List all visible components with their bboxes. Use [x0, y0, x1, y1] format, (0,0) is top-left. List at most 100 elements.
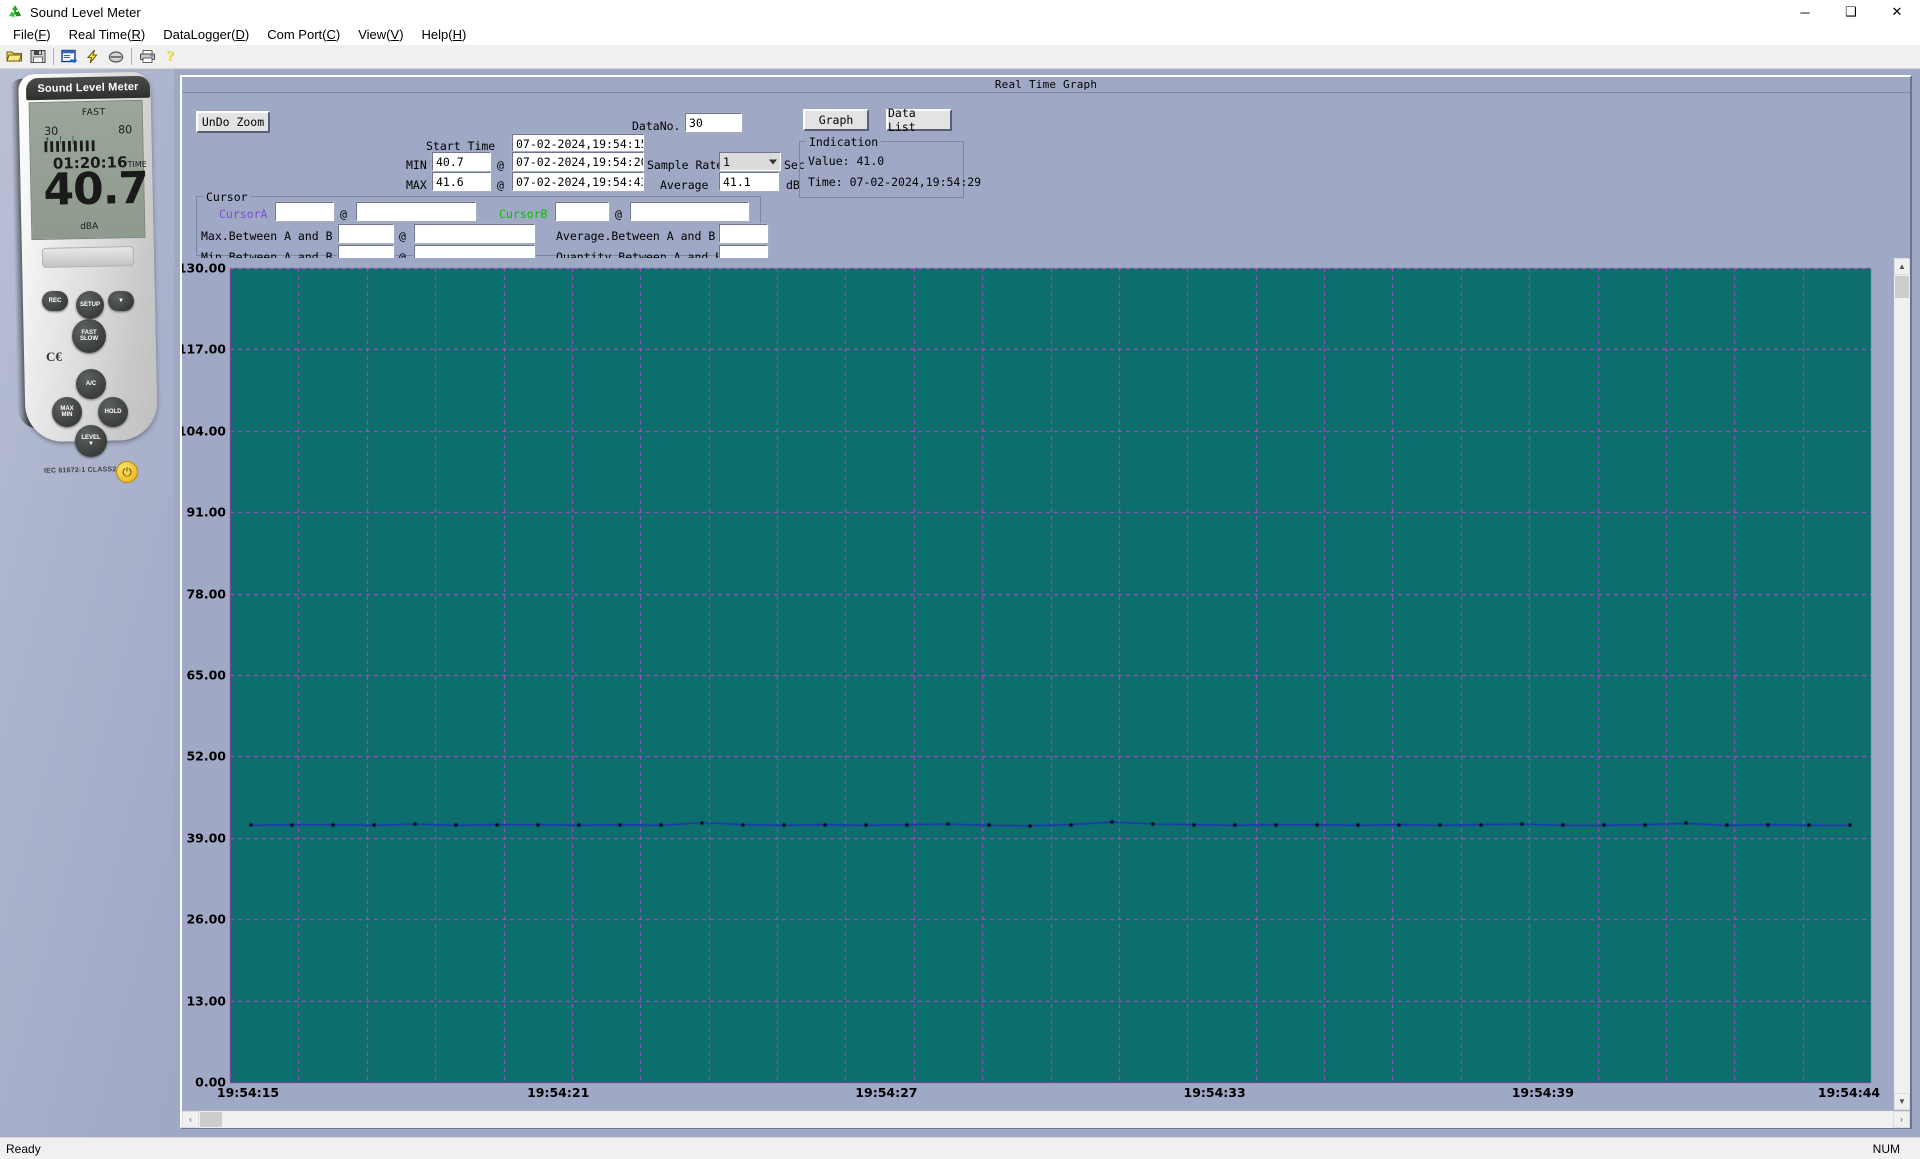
client-area: Sound Level Meter FAST 30 80 ↑ │ │ ▌▌▌▌▌…	[0, 69, 1920, 1137]
start-time-label: Start Time	[426, 139, 496, 153]
close-button[interactable]: ✕	[1874, 0, 1920, 24]
device-power-button[interactable]: ⏻	[116, 461, 138, 483]
max-value-input[interactable]: 41.6	[431, 171, 492, 192]
device-hold-button[interactable]: HOLD	[98, 397, 128, 427]
vertical-scrollbar[interactable]: ▲ ▼	[1893, 258, 1910, 1110]
horizontal-scroll-thumb[interactable]	[200, 1111, 222, 1127]
device-rec-button[interactable]: REC	[42, 291, 68, 311]
cursor-b-time-input[interactable]	[629, 201, 750, 222]
y-axis-tick-label: 78.00	[186, 586, 226, 602]
menu-help[interactable]: Help(H)	[413, 25, 476, 45]
indication-time: 07-02-2024,19:54:29	[849, 175, 982, 189]
cursor-a-value-input[interactable]	[274, 201, 335, 222]
cursor-b-value-input[interactable]	[554, 201, 610, 222]
x-axis-tick-label: 19:54:21	[527, 1085, 590, 1100]
average-between-label: Average.Between A and B	[556, 229, 716, 243]
menu-view-label: View	[358, 26, 387, 42]
maximize-button[interactable]: ❑	[1828, 0, 1874, 24]
datano-input[interactable]: 30	[684, 112, 743, 133]
sample-rate-value: 1	[723, 154, 730, 169]
menu-real-time[interactable]: Real Time(R)	[60, 25, 155, 45]
vertical-scroll-thumb[interactable]	[1895, 276, 1909, 298]
plot-canvas[interactable]	[182, 258, 1893, 1110]
cursor-group-title: Cursor	[203, 190, 251, 204]
vertical-scroll-track[interactable]	[1894, 299, 1910, 1093]
lcd-unit: dBA	[80, 221, 99, 233]
menu-help-label: Help	[421, 26, 449, 42]
min-time-input[interactable]: 07-02-2024,19:54:20	[511, 151, 645, 172]
menu-real-time-label: Real Time	[68, 26, 128, 42]
device-fast-slow-button[interactable]: FAST SLOW	[72, 319, 106, 353]
lightning-icon[interactable]	[81, 46, 104, 68]
average-between-input[interactable]	[718, 223, 769, 244]
menu-help-accel: H	[452, 26, 463, 42]
real-time-plot[interactable]: 0.00 13.00 26.00 39.00 52.00 65.00 78.00 91.00 1…	[182, 258, 1893, 1110]
data-list-button[interactable]: Data List	[886, 106, 952, 134]
svg-text:?: ?	[166, 50, 174, 64]
x-axis-tick-label: 19:54:33	[1183, 1085, 1246, 1100]
menu-real-time-accel: R	[131, 26, 141, 42]
scroll-down-button[interactable]: ▼	[1894, 1093, 1910, 1110]
horizontal-scroll-track[interactable]	[199, 1110, 1893, 1128]
device-setup-button[interactable]: SETUP	[76, 291, 104, 319]
lcd-value: 40.7	[42, 162, 149, 216]
indication-time-label: Time:	[808, 175, 843, 189]
export-icon[interactable]	[58, 46, 81, 68]
sample-rate-label: Sample Rate	[647, 158, 724, 172]
device-top-panel: Sound Level Meter	[25, 75, 151, 101]
sample-rate-select[interactable]: 1	[719, 152, 781, 171]
device-upper-pad	[41, 246, 135, 268]
window-title: Sound Level Meter	[30, 4, 141, 20]
x-axis-tick-label: 19:54:44	[1817, 1085, 1881, 1100]
max-between-time-input[interactable]	[413, 223, 536, 244]
device-arrow-button[interactable]: ▼	[108, 291, 134, 311]
indication-value-label: Value:	[808, 154, 850, 168]
average-input[interactable]: 41.1	[718, 171, 780, 192]
print-icon[interactable]	[136, 46, 159, 68]
menu-com-port[interactable]: Com Port(C)	[258, 25, 349, 45]
open-icon[interactable]	[3, 46, 26, 68]
minimize-button[interactable]: ─	[1782, 0, 1828, 24]
indication-group: Indication Value: 41.0 Time: 07-02-2024,…	[799, 135, 981, 198]
menu-datalogger-label: DataLogger	[163, 26, 232, 42]
indication-value: 41.0	[856, 154, 885, 168]
cursor-a-at-symbol: @	[340, 207, 347, 221]
menu-datalogger[interactable]: DataLogger(D)	[154, 25, 258, 45]
x-axis-tick-label: 19:54:39	[1511, 1085, 1574, 1100]
undo-zoom-button[interactable]: UnDo Zoom	[196, 111, 270, 133]
device-maxmin-label: MAX MIN	[60, 405, 74, 418]
device-ce-mark: C€	[46, 349, 62, 364]
device-ac-button[interactable]: A/C	[76, 369, 106, 399]
menu-file-accel: F	[38, 26, 47, 42]
cursor-a-label: CursorA	[219, 207, 268, 221]
menu-file[interactable]: File(F)	[4, 25, 60, 45]
device-level-button[interactable]: LEVEL ▼	[75, 425, 107, 457]
min-value-input[interactable]: 40.7	[431, 151, 492, 172]
x-axis-tick-label: 19:54:27	[855, 1085, 918, 1100]
scroll-right-button[interactable]: ›	[1893, 1110, 1910, 1128]
graph-button[interactable]: Graph	[803, 109, 869, 131]
menu-view[interactable]: View(V)	[349, 25, 412, 45]
indication-value-row: Value: 41.0	[808, 154, 884, 168]
max-time-input[interactable]: 07-02-2024,19:54:43	[511, 171, 645, 192]
start-time-input[interactable]: 07-02-2024,19:54:15	[511, 133, 645, 154]
stop-icon[interactable]	[104, 46, 127, 68]
toolbar-separator	[53, 48, 54, 65]
help-icon[interactable]: ? ?	[159, 46, 182, 68]
scroll-left-button[interactable]: ‹	[182, 1110, 199, 1128]
save-icon[interactable]	[26, 46, 49, 68]
y-axis-tick-label: 130.00	[182, 260, 226, 276]
y-axis-tick-label: 39.00	[186, 830, 226, 846]
mdi-window-title: Real Time Graph	[994, 78, 1098, 91]
toolbar: ? ?	[0, 45, 1920, 69]
max-between-value-input[interactable]	[337, 223, 395, 244]
device-image-pane: Sound Level Meter FAST 30 80 ↑ │ │ ▌▌▌▌▌…	[0, 69, 174, 1137]
y-axis-tick-label: 52.00	[186, 748, 226, 764]
horizontal-scrollbar[interactable]: ‹ ›	[182, 1110, 1910, 1128]
scroll-up-button[interactable]: ▲	[1894, 258, 1910, 275]
lcd-range-high: 80	[118, 123, 133, 137]
cursor-a-time-input[interactable]	[355, 201, 477, 222]
y-axis-tick-label: 104.00	[182, 423, 226, 439]
status-bar: Ready NUM	[0, 1137, 1920, 1159]
device-maxmin-button[interactable]: MAX MIN	[52, 397, 82, 427]
